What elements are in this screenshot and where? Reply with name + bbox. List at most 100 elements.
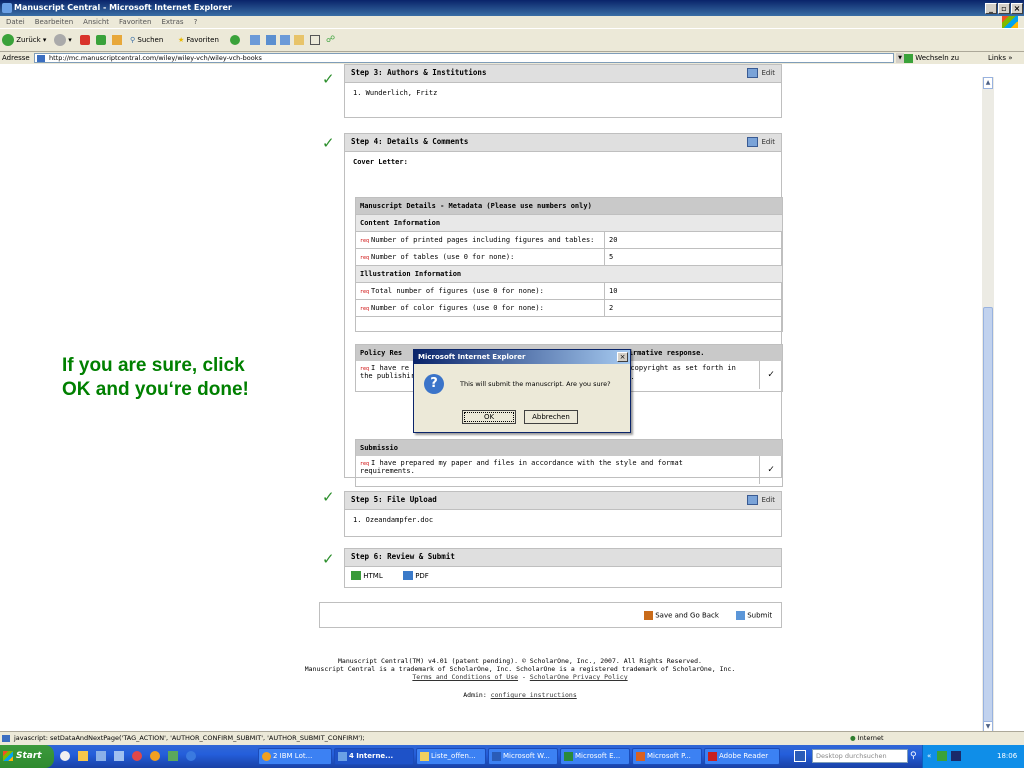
window-titlebar[interactable]: Manuscript Central - Microsoft Internet … <box>0 0 1024 16</box>
task-liste-offen[interactable]: Liste_offen... <box>416 748 486 765</box>
ok-button[interactable]: OK <box>462 410 516 424</box>
back-button[interactable]: Zurück ▾ <box>2 29 46 51</box>
quicklaunch-icon[interactable] <box>150 751 160 761</box>
history-icon[interactable] <box>230 35 240 45</box>
content-info-header: Content Information <box>355 214 783 232</box>
clock[interactable]: 18:06 <box>997 745 1017 768</box>
windows-flag-icon <box>3 751 13 761</box>
step5-edit-button[interactable]: Edit <box>747 492 775 508</box>
menu-bar: Datei Bearbeiten Ansicht Favoriten Extras? <box>0 16 1024 28</box>
minimize-button[interactable]: _ <box>985 3 997 14</box>
quicklaunch-icon[interactable] <box>168 751 178 761</box>
word-icon <box>492 752 501 761</box>
mail-icon-2[interactable] <box>280 35 290 45</box>
task-microsoft-excel[interactable]: Microsoft E... <box>560 748 630 765</box>
task-adobe-reader[interactable]: Adobe Reader <box>704 748 780 765</box>
forward-button[interactable]: ▾ <box>54 29 72 51</box>
status-bar: javascript: setDataAndNextPage('TAG_ACTI… <box>0 731 1024 745</box>
go-arrow-icon <box>904 53 913 63</box>
edit-icon <box>747 137 759 147</box>
network-icon[interactable] <box>937 751 947 761</box>
tray-app-icon[interactable] <box>951 751 961 761</box>
illustration-info-header: Illustration Information <box>355 265 783 283</box>
go-button[interactable]: Wechseln zu <box>904 52 959 64</box>
quicklaunch-icon[interactable] <box>186 751 196 761</box>
menu-help[interactable]: ? <box>194 18 198 26</box>
discuss-icon[interactable] <box>310 35 320 45</box>
ie-icon <box>2 3 12 13</box>
table-row: req Number of printed pages including fig… <box>355 231 783 249</box>
submit-button[interactable]: Submit <box>736 611 772 620</box>
print-icon[interactable] <box>266 35 276 45</box>
html-button[interactable]: HTML <box>351 571 383 580</box>
task-microsoft-powerpoint[interactable]: Microsoft P... <box>632 748 702 765</box>
address-label: Adresse <box>2 54 30 62</box>
window-title: Manuscript Central - Microsoft Internet … <box>14 3 232 12</box>
messenger-icon[interactable]: ☍ <box>326 35 336 45</box>
quicklaunch-icon[interactable] <box>96 751 106 761</box>
folder-icon <box>420 752 429 761</box>
confirm-dialog: Microsoft Internet Explorer × ? This wil… <box>413 349 631 433</box>
address-dropdown-icon[interactable]: ▼ <box>896 53 904 63</box>
search-button[interactable]: ⚲ Suchen <box>130 29 163 51</box>
folder-icon[interactable] <box>294 35 304 45</box>
quicklaunch-icon[interactable] <box>60 751 70 761</box>
taskbar: Start 2 IBM Lot... 4 Interne... Liste_of… <box>0 745 1024 768</box>
menu-view[interactable]: Ansicht <box>83 18 109 26</box>
home-icon[interactable] <box>112 35 122 45</box>
mail-icon[interactable] <box>250 35 260 45</box>
save-go-back-button[interactable]: Save and Go Back <box>644 611 719 620</box>
refresh-icon[interactable] <box>96 35 106 45</box>
terms-link[interactable]: Terms and Conditions of Use <box>412 673 518 681</box>
task-internet-explorer[interactable]: 4 Interne... <box>334 748 414 765</box>
scroll-thumb[interactable] <box>983 307 993 727</box>
footer: Manuscript Central(TM) v4.01 (patent pen… <box>304 657 736 699</box>
task-ibm-lotus[interactable]: 2 IBM Lot... <box>258 748 332 765</box>
cover-letter-label: Cover Letter: <box>353 158 408 166</box>
stop-icon[interactable] <box>80 35 90 45</box>
scroll-up-icon[interactable]: ▲ <box>983 77 993 89</box>
privacy-link[interactable]: ScholarOne Privacy Policy <box>530 673 628 681</box>
close-button[interactable]: × <box>1011 3 1023 14</box>
step3-check-icon: ✓ <box>322 70 335 88</box>
lotus-icon <box>262 752 271 761</box>
submission-check-icon: ✓ <box>759 456 782 484</box>
edit-icon <box>747 68 759 78</box>
dialog-close-button[interactable]: × <box>617 352 628 362</box>
cancel-button[interactable]: Abbrechen <box>524 410 578 424</box>
search-icon: ⚲ <box>130 36 136 44</box>
quicklaunch-icon[interactable] <box>78 751 88 761</box>
desktop-search-input[interactable]: Desktop durchsuchen <box>812 749 908 763</box>
step3-edit-button[interactable]: Edit <box>747 65 775 81</box>
windows-logo-icon <box>1002 16 1018 28</box>
pdf-button[interactable]: PDF <box>402 571 429 580</box>
quicklaunch-icon[interactable] <box>114 751 124 761</box>
desktop-search-icon[interactable] <box>794 750 806 762</box>
configure-instructions-link[interactable]: configure instructions <box>491 691 577 699</box>
task-microsoft-word[interactable]: Microsoft W... <box>488 748 558 765</box>
menu-edit[interactable]: Bearbeiten <box>35 18 73 26</box>
action-bar: Save and Go Back Submit <box>319 602 782 628</box>
links-button[interactable]: Links » <box>988 52 1013 64</box>
vertical-scrollbar[interactable]: ▲ ▼ <box>982 77 994 733</box>
quicklaunch-icon[interactable] <box>132 751 142 761</box>
metadata-title: Manuscript Details - Metadata (Please us… <box>355 197 783 215</box>
table-row: req Number of color figures (use 0 for no… <box>355 299 783 317</box>
menu-file[interactable]: Datei <box>6 18 25 26</box>
maximize-button[interactable]: ▫ <box>998 3 1010 14</box>
figures-value: 10 <box>604 282 783 300</box>
dialog-title: Microsoft Internet Explorer <box>414 350 630 364</box>
tables-value: 5 <box>604 248 783 266</box>
menu-tools[interactable]: Extras <box>161 18 183 26</box>
html-icon <box>351 571 361 580</box>
address-input[interactable]: http://mc.manuscriptcentral.com/wiley/wi… <box>34 53 894 63</box>
table-row: req Total number of figures (use 0 for no… <box>355 282 783 300</box>
favorites-button[interactable]: ★ Favoriten <box>178 29 219 51</box>
tray-expand-icon[interactable]: « <box>927 745 931 768</box>
search-go-icon[interactable]: ⚲ <box>910 751 917 761</box>
step4-edit-button[interactable]: Edit <box>747 134 775 150</box>
adobe-reader-icon <box>708 752 717 761</box>
question-icon: ? <box>424 374 444 394</box>
start-button[interactable]: Start <box>0 745 54 768</box>
menu-favorites[interactable]: Favoriten <box>119 18 151 26</box>
